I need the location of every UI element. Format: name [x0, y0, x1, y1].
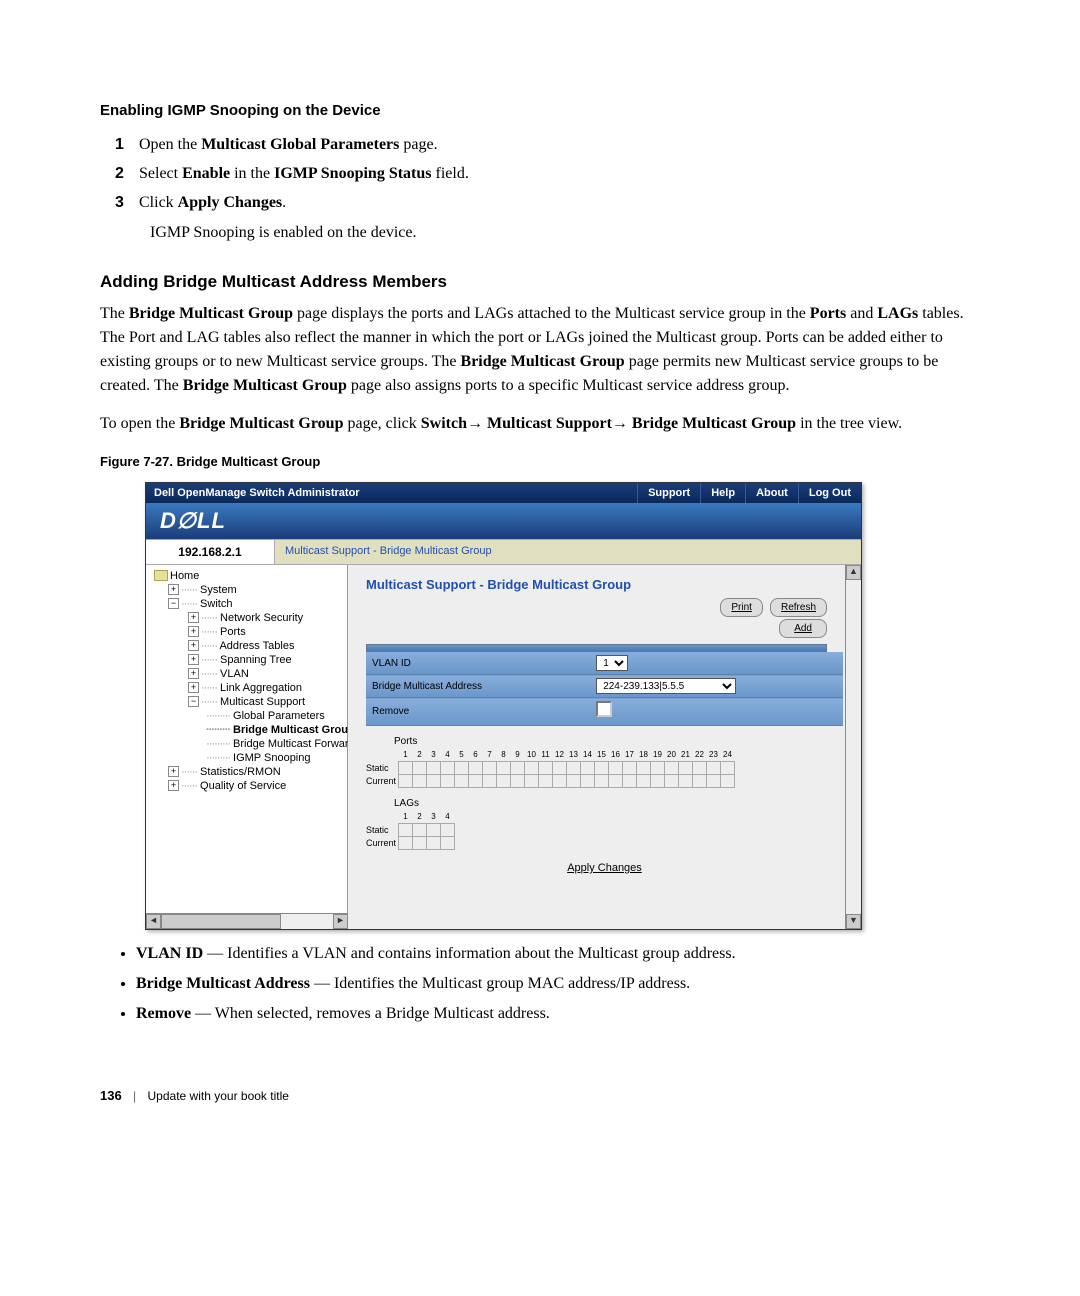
step-1: 1 Open the Multicast Global Parameters p…: [100, 133, 990, 157]
divider: [366, 644, 827, 652]
ports-grid[interactable]: 123456789101112131415161718192021222324: [398, 749, 735, 788]
step-result: IGMP Snooping is enabled on the device.: [150, 221, 990, 245]
panel-title: Multicast Support - Bridge Multicast Gro…: [366, 575, 843, 595]
field-table: VLAN ID 1 Bridge Multicast Address 224-2…: [366, 652, 843, 726]
app-screenshot: Dell OpenManage Switch Administrator Sup…: [145, 482, 862, 930]
breadcrumb: Multicast Support - Bridge Multicast Gro…: [275, 543, 492, 560]
folder-icon: [154, 570, 168, 581]
page-number: 136: [100, 1088, 122, 1103]
lags-grid-block: LAGs Static Current 1234: [366, 796, 827, 850]
row-static-label: Static: [366, 824, 398, 837]
tree-bridge-multicast-group[interactable]: Bridge Multicast Group: [233, 724, 355, 736]
remove-checkbox[interactable]: [596, 701, 612, 717]
bridge-multicast-address-select[interactable]: 224-239.133|5.5.5: [596, 678, 736, 694]
tree-address-tables[interactable]: Address Tables: [219, 640, 294, 652]
ip-address: 192.168.2.1: [146, 540, 275, 564]
logo-icon: D∅LL: [146, 504, 226, 537]
nav-tree[interactable]: Home +······ System −······ Switch +····…: [146, 565, 348, 913]
link-logout[interactable]: Log Out: [798, 483, 861, 503]
expand-icon[interactable]: +: [188, 654, 199, 665]
bullet-list: VLAN ID — Identifies a VLAN and contains…: [100, 942, 990, 1026]
scroll-right-icon[interactable]: ►: [333, 914, 348, 929]
step-3: 3 Click Apply Changes.: [100, 191, 990, 215]
lags-grid[interactable]: 1234: [398, 811, 455, 850]
step-2: 2 Select Enable in the IGMP Snooping Sta…: [100, 162, 990, 186]
tree-ports[interactable]: Ports: [220, 626, 246, 638]
figure-caption: Figure 7-27. Bridge Multicast Group: [100, 452, 990, 472]
print-button[interactable]: Print: [720, 598, 763, 617]
tree-multicast-support[interactable]: Multicast Support: [220, 696, 305, 708]
tree-spanning-tree[interactable]: Spanning Tree: [220, 654, 292, 666]
tree-igmp-snooping[interactable]: IGMP Snooping: [233, 752, 310, 764]
label-remove: Remove: [366, 698, 590, 726]
step-text: Click Apply Changes.: [139, 194, 286, 211]
list-item: Bridge Multicast Address — Identifies th…: [136, 972, 990, 996]
scroll-up-icon[interactable]: ▲: [846, 565, 861, 580]
tree-home[interactable]: Home: [170, 570, 199, 582]
logo-row: D∅LL: [146, 503, 861, 539]
paragraph: The Bridge Multicast Group page displays…: [100, 302, 990, 398]
expand-icon[interactable]: +: [168, 584, 179, 595]
paragraph: To open the Bridge Multicast Group page,…: [100, 412, 990, 436]
step-number: 3: [115, 191, 135, 215]
scroll-down-icon[interactable]: ▼: [846, 914, 861, 929]
step-text: Open the Multicast Global Parameters pag…: [139, 136, 438, 153]
apply-changes-button[interactable]: Apply Changes: [567, 862, 642, 874]
section-heading: Enabling IGMP Snooping on the Device: [100, 100, 990, 123]
content-vertical-scrollbar[interactable]: ▲ ▼: [845, 565, 861, 929]
list-item: VLAN ID — Identifies a VLAN and contains…: [136, 942, 990, 966]
link-help[interactable]: Help: [700, 483, 745, 503]
link-support[interactable]: Support: [637, 483, 700, 503]
row-static-label: Static: [366, 762, 398, 775]
expand-icon[interactable]: +: [188, 612, 199, 623]
list-item: Remove — When selected, removes a Bridge…: [136, 1002, 990, 1026]
expand-icon[interactable]: +: [188, 682, 199, 693]
tree-switch[interactable]: Switch: [200, 598, 232, 610]
subsection-heading: Adding Bridge Multicast Address Members: [100, 269, 990, 295]
vlan-id-select[interactable]: 1: [596, 655, 628, 671]
label-vlan-id: VLAN ID: [366, 652, 590, 675]
tree-quality-of-service[interactable]: Quality of Service: [200, 780, 286, 792]
expand-icon[interactable]: +: [188, 626, 199, 637]
tree-global-parameters[interactable]: Global Parameters: [233, 710, 325, 722]
refresh-button[interactable]: Refresh: [770, 598, 827, 617]
tree-statistics-rmon[interactable]: Statistics/RMON: [200, 766, 281, 778]
breadcrumb-row: 192.168.2.1 Multicast Support - Bridge M…: [146, 539, 861, 565]
scroll-left-icon[interactable]: ◄: [146, 914, 161, 929]
step-number: 1: [115, 133, 135, 157]
step-number: 2: [115, 162, 135, 186]
ports-grid-block: Ports Static Current 1234567891011121314…: [366, 734, 827, 788]
label-bridge-multicast-address: Bridge Multicast Address: [366, 675, 590, 698]
step-text: Select Enable in the IGMP Snooping Statu…: [139, 165, 469, 182]
expand-icon[interactable]: +: [188, 668, 199, 679]
collapse-icon[interactable]: −: [168, 598, 179, 609]
book-title: Update with your book title: [148, 1089, 289, 1103]
ports-label: Ports: [366, 734, 827, 749]
title-bar: Dell OpenManage Switch Administrator Sup…: [146, 483, 861, 503]
footer-separator: |: [133, 1089, 136, 1103]
tree-vlan[interactable]: VLAN: [220, 668, 249, 680]
content-pane: Multicast Support - Bridge Multicast Gro…: [348, 565, 861, 929]
expand-icon[interactable]: +: [188, 640, 199, 651]
expand-icon[interactable]: +: [168, 766, 179, 777]
row-current-label: Current: [366, 775, 398, 788]
add-button[interactable]: Add: [779, 619, 827, 638]
tree-network-security[interactable]: Network Security: [220, 612, 303, 624]
lags-label: LAGs: [366, 796, 827, 811]
app-title: Dell OpenManage Switch Administrator: [146, 483, 360, 503]
collapse-icon[interactable]: −: [188, 696, 199, 707]
tree-system[interactable]: System: [200, 584, 237, 596]
tree-horizontal-scrollbar[interactable]: ◄ ►: [146, 913, 348, 929]
row-current-label: Current: [366, 837, 398, 850]
link-about[interactable]: About: [745, 483, 798, 503]
expand-icon[interactable]: +: [168, 780, 179, 791]
page-footer: 136 | Update with your book title: [100, 1086, 990, 1106]
tree-link-aggregation[interactable]: Link Aggregation: [220, 682, 302, 694]
